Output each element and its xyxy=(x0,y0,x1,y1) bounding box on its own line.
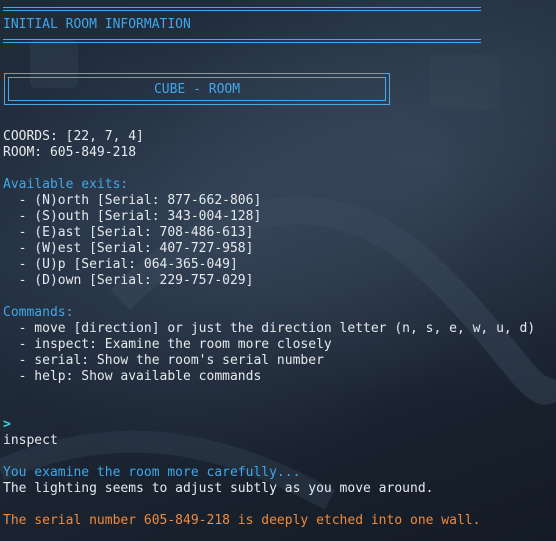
exit-south: - (S)outh [Serial: 343-004-128] xyxy=(3,209,262,224)
command-move: - move [direction] or just the direction… xyxy=(3,321,536,336)
terminal-window[interactable]: INITIAL ROOM INFORMATION CUBE - ROOM COO… xyxy=(0,0,556,541)
exit-down: - (D)own [Serial: 229-757-029] xyxy=(3,273,254,288)
exit-up: - (U)p [Serial: 064-365-049] xyxy=(3,257,238,272)
exits-heading: Available exits: xyxy=(3,177,129,192)
exit-west: - (W)est [Serial: 407-727-958] xyxy=(3,241,254,256)
output-lighting: The lighting seems to adjust subtly as y… xyxy=(3,481,434,496)
room-banner-label: CUBE - ROOM xyxy=(8,77,386,101)
exit-east: - (E)ast [Serial: 708-486-613] xyxy=(3,225,254,240)
prompt-symbol: > xyxy=(3,417,11,432)
command-input[interactable]: inspect xyxy=(3,433,58,449)
room-coords: COORDS: [22, 7, 4] xyxy=(3,129,144,144)
output-examine: You examine the room more carefully... xyxy=(3,465,301,480)
command-inspect: - inspect: Examine the room more closely xyxy=(3,337,332,352)
page-title: INITIAL ROOM INFORMATION xyxy=(3,17,191,32)
exit-north: - (N)orth [Serial: 877-662-806] xyxy=(3,193,262,208)
header-rule-top xyxy=(3,7,481,11)
command-serial: - serial: Show the room's serial number xyxy=(3,353,324,368)
header-rule-bottom xyxy=(3,39,481,43)
output-serial-note: The serial number 605-849-218 is deeply … xyxy=(3,513,481,528)
commands-heading: Commands: xyxy=(3,305,74,320)
command-help: - help: Show available commands xyxy=(3,369,262,384)
room-banner: CUBE - ROOM xyxy=(4,73,390,105)
room-id: ROOM: 605-849-218 xyxy=(3,145,137,160)
